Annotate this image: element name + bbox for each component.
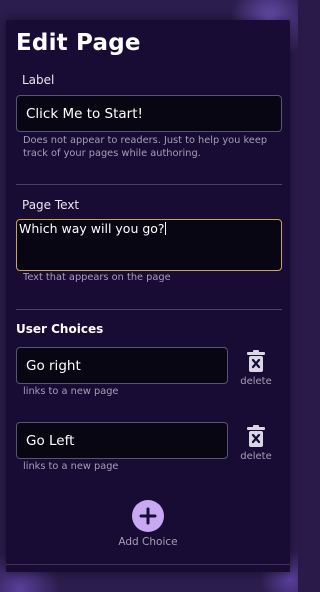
delete-label: delete [240,376,272,387]
add-choice-button[interactable]: Add Choice [108,500,188,548]
panel-bottom-edge [6,564,290,572]
page-text-help-text: Text that appears on the page [23,272,171,283]
plus-icon [132,500,164,532]
choice-input-1[interactable]: Go right [16,347,228,384]
edit-page-panel: Edit Page Label Click Me to Start! Does … [6,20,290,572]
choice-input-value: Go right [26,358,81,374]
label-input[interactable]: Click Me to Start! [16,95,282,132]
divider [16,184,282,185]
delete-choice-2-button[interactable]: delete [238,425,274,462]
add-choice-label: Add Choice [118,536,178,548]
label-help-text: Does not appear to readers. Just to help… [23,135,268,159]
label-input-value: Click Me to Start! [26,106,143,122]
choice-help-text: links to a new page [23,461,119,472]
label-field-label: Label [22,73,55,87]
delete-choice-1-button[interactable]: delete [238,350,274,387]
choice-help-text: links to a new page [23,386,119,397]
trash-icon [247,350,265,372]
text-caret [164,222,166,235]
page-text-input-value: Which way will you go? [19,221,165,236]
choice-input-2[interactable]: Go Left [16,422,228,459]
page-text-input[interactable]: Which way will you go? [16,219,282,271]
delete-label: delete [240,451,272,462]
divider [16,309,282,310]
page-text-field-label: Page Text [22,198,80,212]
page-title: Edit Page [16,30,141,56]
trash-icon [247,425,265,447]
user-choices-title: User Choices [16,322,104,336]
choice-input-value: Go Left [26,433,75,449]
